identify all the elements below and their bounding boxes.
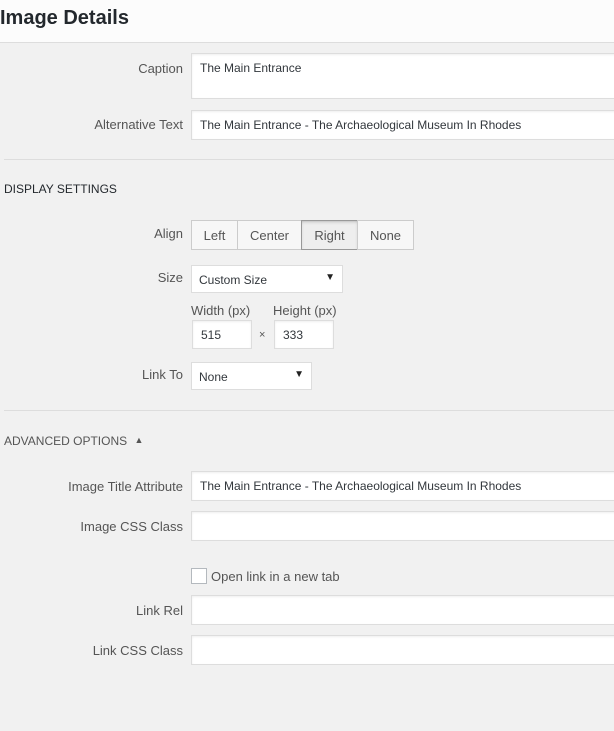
size-label: Size	[157, 270, 183, 285]
divider	[4, 159, 614, 160]
link-css-class-input[interactable]	[191, 635, 614, 665]
align-label: Align	[154, 226, 183, 241]
link-rel-input[interactable]	[191, 595, 614, 625]
display-settings-heading: DISPLAY SETTINGS	[4, 182, 117, 196]
advanced-options-toggle[interactable]: ADVANCED OPTIONS ▲	[4, 434, 143, 448]
align-button-group: Left Center Right None	[191, 220, 414, 250]
divider	[4, 410, 614, 411]
link-to-label: Link To	[142, 367, 183, 382]
new-tab-checkbox[interactable]	[191, 568, 207, 584]
alt-text-input[interactable]: The Main Entrance - The Archaeological M…	[191, 110, 614, 140]
caption-textarea[interactable]: The Main Entrance	[191, 53, 614, 99]
link-to-select[interactable]: None ▼	[191, 362, 312, 390]
align-right-button[interactable]: Right	[301, 220, 358, 250]
height-label: Height (px)	[273, 303, 337, 318]
link-rel-label: Link Rel	[136, 603, 183, 618]
size-select[interactable]: Custom Size ▼	[191, 265, 343, 293]
advanced-options-heading: ADVANCED OPTIONS	[4, 434, 128, 448]
modal-header: Image Details	[0, 0, 614, 43]
chevron-down-icon: ▼	[325, 272, 335, 283]
link-to-select-value: None	[199, 370, 228, 384]
page-title: Image Details	[0, 7, 129, 29]
height-input[interactable]: 333	[274, 320, 334, 349]
align-center-button[interactable]: Center	[237, 220, 302, 250]
new-tab-label[interactable]: Open link in a new tab	[211, 569, 340, 584]
caption-label: Caption	[138, 61, 183, 76]
alt-text-label: Alternative Text	[94, 117, 183, 132]
link-css-class-label: Link CSS Class	[92, 643, 183, 658]
image-title-attribute-label: Image Title Attribute	[68, 479, 183, 494]
triangle-up-icon: ▲	[134, 435, 144, 445]
times-icon: ×	[259, 329, 266, 341]
align-none-button[interactable]: None	[357, 220, 414, 250]
width-input[interactable]: 515	[192, 320, 252, 349]
size-select-value: Custom Size	[199, 273, 268, 287]
image-css-class-label: Image CSS Class	[80, 519, 183, 534]
image-css-class-input[interactable]	[191, 511, 614, 541]
align-left-button[interactable]: Left	[191, 220, 238, 250]
width-label: Width (px)	[191, 303, 251, 318]
chevron-down-icon: ▼	[294, 369, 304, 380]
image-title-attribute-input[interactable]: The Main Entrance - The Archaeological M…	[191, 471, 614, 501]
